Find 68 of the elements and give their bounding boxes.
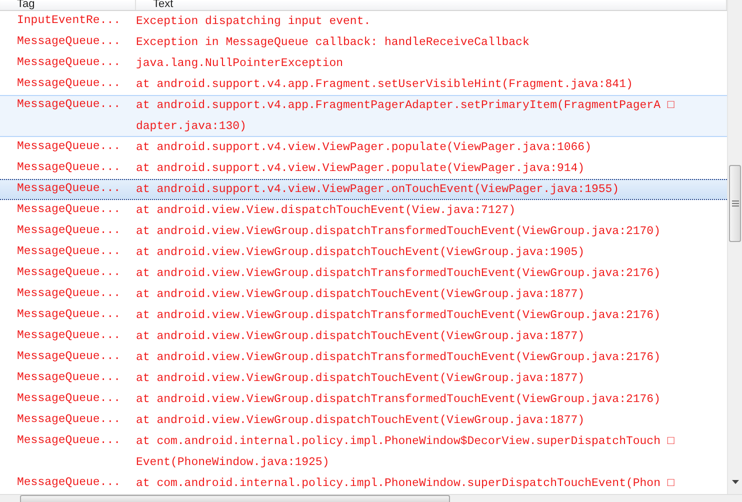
log-row[interactable]: MessageQueue... at android.view.ViewGroup.dispatchTouchEvent(ViewGroup.java:1877): [0, 410, 727, 431]
tag-cell-text: MessageQueue...: [16, 55, 122, 71]
tag-cell-text: MessageQueue...: [16, 34, 122, 50]
log-row[interactable]: MessageQueue... at android.view.ViewGroup.dispatchTransformedTouchEvent(ViewGroup.java:2176): [0, 347, 727, 368]
tag-cell-text: MessageQueue...: [16, 139, 122, 155]
log-text: at android.view.ViewGroup.dispatchTouchEvent(ViewGroup.java:1905): [136, 245, 585, 261]
tag-cell-text: MessageQueue...: [16, 286, 122, 302]
tag-cell-text: MessageQueue...: [16, 475, 122, 491]
log-row[interactable]: MessageQueue... at android.view.ViewGroup.dispatchTransformedTouchEvent(ViewGroup.java:2176): [0, 305, 727, 326]
log-text: dapter.java:130): [136, 119, 248, 135]
tag-cell-text: MessageQueue...: [16, 244, 122, 260]
log-text: at android.view.ViewGroup.dispatchTransformedTouchEvent(ViewGroup.java:2170): [136, 224, 660, 240]
log-text: at android.view.ViewGroup.dispatchTouchEvent(ViewGroup.java:1877): [136, 371, 585, 387]
tag-cell-text: MessageQueue...: [16, 307, 122, 323]
tag-cell-text: InputEventRe...: [16, 13, 122, 29]
log-row[interactable]: MessageQueue... at android.view.View.dispatchTouchEvent(View.java:7127): [0, 200, 727, 221]
log-text: Exception in MessageQueue callback: handleReceiveCallback: [136, 35, 530, 51]
log-row[interactable]: InputEventRe... Exception dispatching input event.: [0, 11, 727, 32]
log-row[interactable]: MessageQueue... at android.view.ViewGroup.dispatchTouchEvent(ViewGroup.java:1877): [0, 284, 727, 305]
tag-cell-text: MessageQueue...: [16, 391, 122, 407]
log-text: at android.view.ViewGroup.dispatchTransformedTouchEvent(ViewGroup.java:2176): [136, 266, 660, 282]
log-text: at android.view.ViewGroup.dispatchTouchEvent(ViewGroup.java:1877): [136, 287, 585, 303]
log-text: at android.view.ViewGroup.dispatchTransformedTouchEvent(ViewGroup.java:2176): [136, 350, 660, 366]
log-row[interactable]: MessageQueue... at android.view.ViewGroup.dispatchTouchEvent(ViewGroup.java:1877): [0, 326, 727, 347]
log-text: at android.support.v4.view.ViewPager.populate(ViewPager.java:1066): [136, 140, 592, 156]
log-text: at com.android.internal.policy.impl.PhoneWindow.superDispatchTouchEvent(Phon □: [136, 476, 674, 492]
log-text: at android.view.ViewGroup.dispatchTouchEvent(ViewGroup.java:1877): [136, 329, 585, 345]
tag-cell-text: MessageQueue...: [16, 223, 122, 239]
log-text: at android.support.v4.view.ViewPager.populate(ViewPager.java:914): [136, 161, 585, 177]
log-text: at android.view.View.dispatchTouchEvent(View.java:7127): [136, 203, 516, 219]
tag-cell-text: MessageQueue...: [16, 328, 122, 344]
tag-cell-text: MessageQueue...: [16, 181, 122, 197]
log-text: at android.view.ViewGroup.dispatchTouchEvent(ViewGroup.java:1877): [136, 413, 585, 429]
log-text: at android.support.v4.view.ViewPager.onTouchEvent(ViewPager.java:1955): [136, 182, 620, 198]
log-row[interactable]: MessageQueue... java.lang.NullPointerException: [0, 53, 727, 74]
tag-cell-text: MessageQueue...: [16, 412, 122, 428]
tag-cell-text: MessageQueue...: [16, 97, 122, 113]
log-row[interactable]: MessageQueue... at com.android.internal.policy.impl.PhoneWindow.superDispatchTouchEvent(Phon □: [0, 473, 727, 494]
log-row[interactable]: MessageQueue... at android.view.ViewGroup.dispatchTransformedTouchEvent(ViewGroup.java:2176): [0, 263, 727, 284]
down-arrow-icon[interactable]: [732, 480, 738, 484]
tag-cell-text: MessageQueue...: [16, 433, 122, 449]
log-row[interactable]: MessageQueue... at android.view.ViewGroup.dispatchTransformedTouchEvent(ViewGroup.java:2176): [0, 389, 727, 410]
log-text: Exception dispatching input event.: [136, 14, 371, 30]
log-row[interactable]: MessageQueue... at com.android.internal.policy.impl.PhoneWindow$DecorView.superDispatchTouch □ Event(PhoneWindow.java:1925): [0, 431, 727, 473]
tag-cell-text: MessageQueue...: [16, 202, 122, 218]
log-text: Event(PhoneWindow.java:1925): [136, 455, 330, 471]
log-row[interactable]: MessageQueue... at android.support.v4.app.FragmentPagerAdapter.setPrimaryItem(FragmentPagerA □ dapter.java:130): [0, 95, 727, 137]
log-text: at android.view.ViewGroup.dispatchTransformedTouchEvent(ViewGroup.java:2176): [136, 308, 660, 324]
log-row[interactable]: MessageQueue... at android.support.v4.view.ViewPager.onTouchEvent(ViewPager.java:1955): [0, 179, 727, 200]
log-row[interactable]: MessageQueue... at android.view.ViewGroup.dispatchTouchEvent(ViewGroup.java:1877): [0, 368, 727, 389]
log-row[interactable]: MessageQueue... Exception in MessageQueue callback: handleReceiveCallback: [0, 32, 727, 53]
log-row[interactable]: MessageQueue... at android.support.v4.view.ViewPager.populate(ViewPager.java:914): [0, 158, 727, 179]
log-row[interactable]: MessageQueue... at android.view.ViewGroup.dispatchTouchEvent(ViewGroup.java:1905): [0, 242, 727, 263]
log-text: at android.support.v4.app.FragmentPagerAdapter.setPrimaryItem(FragmentPagerA □: [136, 98, 674, 114]
log-row[interactable]: MessageQueue... at android.support.v4.view.ViewPager.populate(ViewPager.java:1066): [0, 137, 727, 158]
tag-cell-text: MessageQueue...: [16, 349, 122, 365]
log-text: java.lang.NullPointerException: [136, 56, 344, 72]
log-row[interactable]: MessageQueue... at android.view.ViewGroup.dispatchTransformedTouchEvent(ViewGroup.java:2170): [0, 221, 727, 242]
vertical-scrollbar[interactable]: [727, 0, 742, 494]
log-row[interactable]: MessageQueue... at android.support.v4.app.Fragment.setUserVisibleHint(Fragment.java:841): [0, 74, 727, 95]
log-text: at android.view.ViewGroup.dispatchTransformedTouchEvent(ViewGroup.java:2176): [136, 392, 660, 408]
tag-cell-text: MessageQueue...: [16, 265, 122, 281]
log-text: at com.android.internal.policy.impl.PhoneWindow$DecorView.superDispatchTouch □: [136, 434, 674, 450]
grip-icon: [732, 200, 738, 207]
tag-cell-text: MessageQueue...: [16, 160, 122, 176]
tag-cell-text: MessageQueue...: [16, 370, 122, 386]
tag-cell-text: MessageQueue...: [16, 76, 122, 92]
log-text: at android.support.v4.app.Fragment.setUserVisibleHint(Fragment.java:841): [136, 77, 633, 93]
